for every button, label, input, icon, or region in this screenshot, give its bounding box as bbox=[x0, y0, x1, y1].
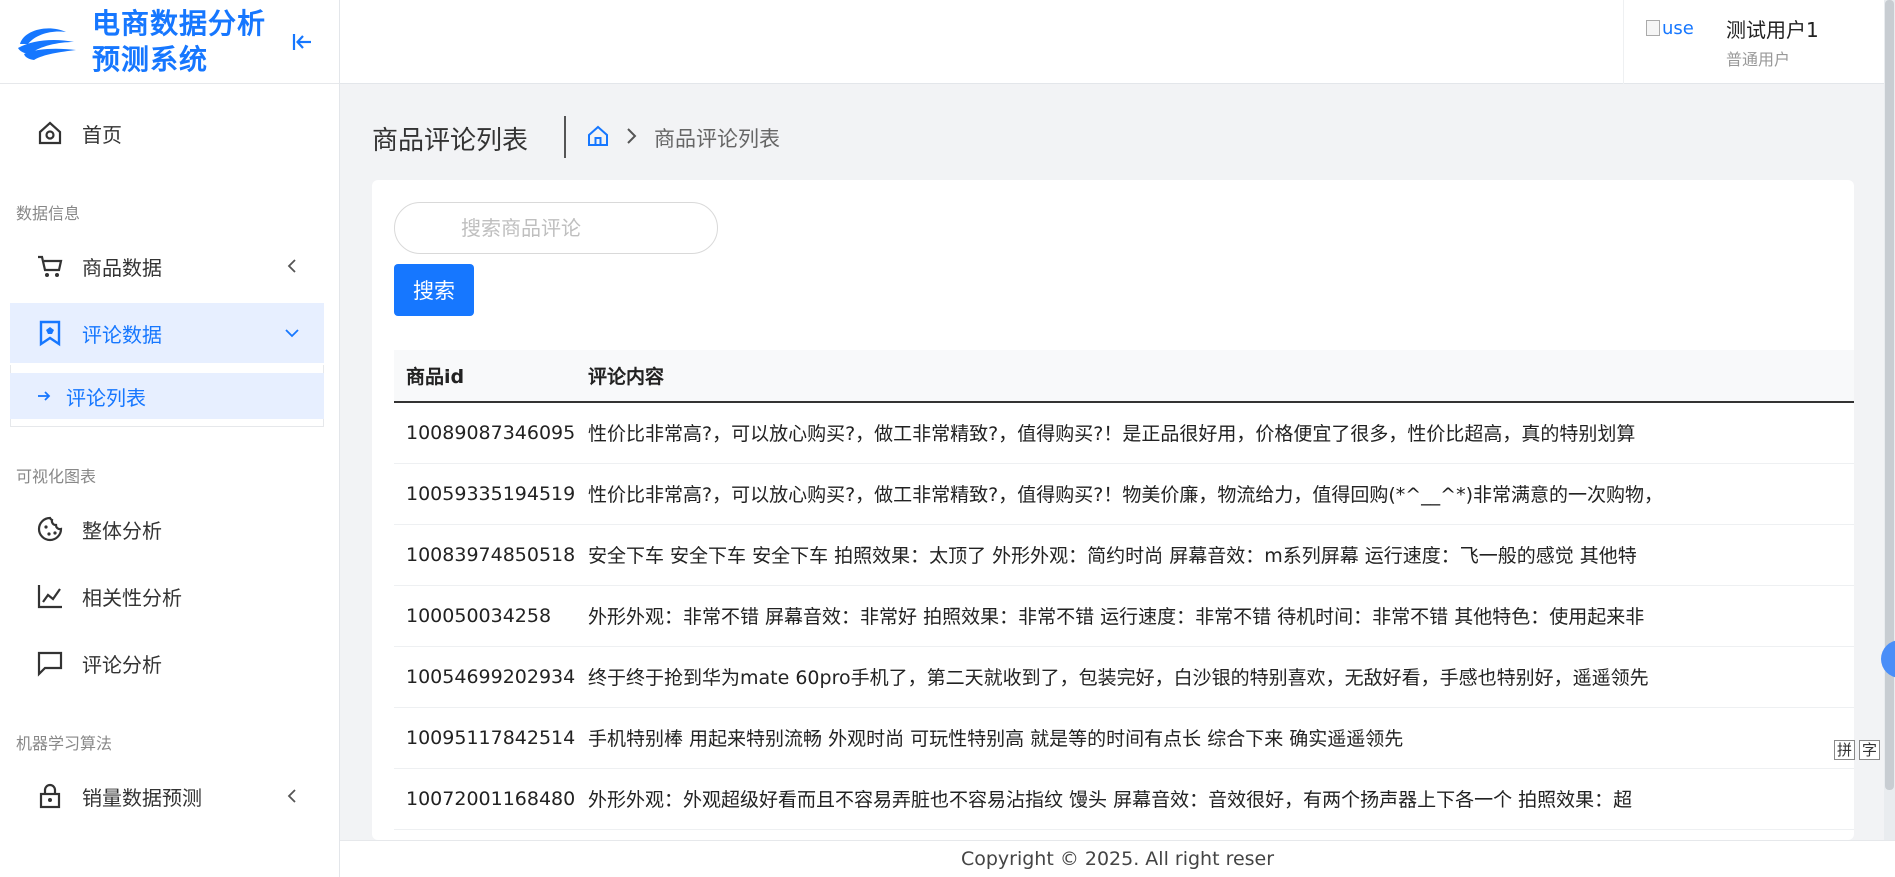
collapse-left-icon bbox=[292, 34, 311, 50]
comment-content-cell: 性价比非常高?，可以放心购买?，做工非常精致?，值得购买?！物美价廉，物流给力，… bbox=[576, 463, 1854, 525]
sidebar-item-overall-analysis[interactable]: 整体分析 bbox=[10, 499, 324, 559]
breadcrumb-current: 商品评论列表 bbox=[654, 127, 780, 151]
avatar-alt-text: use bbox=[1662, 17, 1694, 39]
sidebar-item-product-data[interactable]: 商品数据 bbox=[10, 236, 324, 296]
table-row[interactable]: 10054699202934 终于终于抢到华为mate 60pro手机了，第二天… bbox=[394, 646, 1854, 708]
sidebar-item-label: 销量数据预测 bbox=[82, 785, 202, 810]
brand-header: 电商数据分析 预测系统 bbox=[0, 0, 339, 84]
bookmark-icon bbox=[34, 317, 66, 349]
table-header-row: 商品id 评论内容 bbox=[394, 350, 1854, 403]
sidebar-item-label: 评论分析 bbox=[82, 652, 162, 677]
table-row[interactable]: 10059335194519 性价比非常高?，可以放心购买?，做工非常精致?，值… bbox=[394, 463, 1854, 525]
cart-icon bbox=[34, 250, 66, 282]
sidebar-item-label: 首页 bbox=[82, 122, 122, 147]
section-label-charts: 可视化图表 bbox=[16, 467, 97, 486]
app-title-line2: 预测系统 bbox=[92, 42, 209, 76]
message-square-icon bbox=[34, 647, 66, 679]
sidebar-item-comment-data[interactable]: 评论数据 bbox=[10, 303, 324, 363]
product-id-cell bbox=[394, 829, 576, 840]
user-role: 普通用户 bbox=[1726, 50, 1791, 69]
user-name: 测试用户1 bbox=[1726, 18, 1819, 42]
comments-table-container[interactable]: 商品id 评论内容 10089087346095 性价比非常高?，可以放心购买?… bbox=[394, 350, 1854, 840]
sidebar: 电商数据分析 预测系统 首页 数据信息 商品数据 评论数据 评论列表 可视化图表… bbox=[0, 0, 340, 877]
table-row[interactable] bbox=[394, 829, 1854, 840]
chevron-right-icon bbox=[627, 128, 637, 144]
home-icon bbox=[34, 117, 66, 149]
comment-content-cell bbox=[576, 829, 1854, 840]
chevron-down-icon bbox=[285, 329, 299, 338]
page-title: 商品评论列表 bbox=[372, 126, 529, 156]
broken-image-icon bbox=[1646, 20, 1660, 36]
sidebar-item-home[interactable]: 首页 bbox=[10, 103, 324, 163]
content-card: 搜索 商品id 评论内容 10089087346095 性价比非常高?，可以放心… bbox=[372, 180, 1854, 840]
sidebar-item-comment-list[interactable]: 评论列表 bbox=[10, 373, 324, 419]
product-id-cell: 10095117842514 bbox=[394, 707, 576, 769]
table-row[interactable]: 10083974850518 安全下车 安全下车 安全下车 拍照效果：太顶了 外… bbox=[394, 524, 1854, 586]
table-row[interactable]: 10095117842514 手机特别棒 用起来特别流畅 外观时尚 可玩性特别高… bbox=[394, 707, 1854, 769]
comment-content-cell: 外形外观：外观超级好看而且不容易弄脏也不容易沾指纹 馒头 屏幕音效：音效很好，有… bbox=[576, 768, 1854, 830]
chevron-left-icon bbox=[287, 789, 296, 803]
search-input[interactable] bbox=[394, 202, 718, 254]
product-id-cell: 10089087346095 bbox=[394, 402, 576, 464]
product-id-cell: 100050034258 bbox=[394, 585, 576, 647]
avatar[interactable]: use bbox=[1646, 16, 1706, 40]
line-chart-icon bbox=[34, 580, 66, 612]
sidebar-item-label: 整体分析 bbox=[82, 518, 162, 543]
product-id-cell: 10083974850518 bbox=[394, 524, 576, 586]
lock-icon bbox=[34, 780, 66, 812]
comment-content-cell: 安全下车 安全下车 安全下车 拍照效果：太顶了 外形外观：简约时尚 屏幕音效：m… bbox=[576, 524, 1854, 586]
sidebar-item-label: 相关性分析 bbox=[82, 585, 182, 610]
comments-table: 商品id 评论内容 10089087346095 性价比非常高?，可以放心购买?… bbox=[394, 350, 1854, 840]
sidebar-item-label: 商品数据 bbox=[82, 255, 162, 280]
chevron-left-icon bbox=[287, 259, 296, 273]
ime-key: 拼 bbox=[1834, 740, 1856, 760]
comment-content-cell: 性价比非常高?，可以放心购买?，做工非常精致?，值得购买?！是正品很好用，价格便… bbox=[576, 402, 1854, 464]
logo-icon bbox=[18, 27, 76, 60]
arrow-right-icon bbox=[38, 391, 51, 401]
product-id-cell: 10072001168480 bbox=[394, 768, 576, 830]
table-row[interactable]: 100050034258 外形外观：非常不错 屏幕音效：非常好 拍照效果：非常不… bbox=[394, 585, 1854, 647]
app-title-line1: 电商数据分析 bbox=[92, 6, 267, 40]
sidebar-item-label: 评论数据 bbox=[82, 322, 162, 347]
comment-content-cell: 手机特别棒 用起来特别流畅 外观时尚 可玩性特别高 就是等的时间有点长 综合下来… bbox=[576, 707, 1854, 769]
table-row[interactable]: 10089087346095 性价比非常高?，可以放心购买?，做工非常精致?，值… bbox=[394, 402, 1854, 464]
collapse-sidebar-button[interactable] bbox=[288, 28, 316, 56]
column-header-product-id[interactable]: 商品id bbox=[394, 350, 576, 403]
sidebar-item-label: 评论列表 bbox=[66, 385, 146, 410]
title-divider bbox=[564, 116, 566, 158]
comment-content-cell: 终于终于抢到华为mate 60pro手机了，第二天就收到了，包装完好，白沙银的特… bbox=[576, 646, 1854, 708]
search-button[interactable]: 搜索 bbox=[394, 264, 474, 316]
sidebar-item-sales-forecast[interactable]: 销量数据预测 bbox=[10, 766, 324, 826]
section-label-data-info: 数据信息 bbox=[16, 204, 81, 223]
ime-key: 字 bbox=[1859, 740, 1881, 760]
ime-indicator: 拼 字 bbox=[1834, 740, 1881, 760]
sidebar-item-comment-analysis[interactable]: 评论分析 bbox=[10, 633, 324, 693]
footer-copyright: Copyright © 2025. All right reser bbox=[340, 840, 1895, 877]
table-row[interactable]: 10072001168480 外形外观：外观超级好看而且不容易弄脏也不容易沾指纹… bbox=[394, 768, 1854, 830]
user-menu[interactable]: use 测试用户1 普通用户 bbox=[1623, 0, 1895, 84]
product-id-cell: 10059335194519 bbox=[394, 463, 576, 525]
column-header-comment-content[interactable]: 评论内容 bbox=[576, 350, 1854, 403]
cookie-icon bbox=[34, 513, 66, 545]
section-label-ml: 机器学习算法 bbox=[16, 734, 113, 753]
product-id-cell: 10054699202934 bbox=[394, 646, 576, 708]
app-title: 电商数据分析 预测系统 bbox=[92, 6, 266, 78]
sidebar-item-correlation-analysis[interactable]: 相关性分析 bbox=[10, 566, 324, 626]
comment-content-cell: 外形外观：非常不错 屏幕音效：非常好 拍照效果：非常不错 运行速度：非常不错 待… bbox=[576, 585, 1854, 647]
breadcrumb-home-icon[interactable] bbox=[586, 124, 610, 148]
